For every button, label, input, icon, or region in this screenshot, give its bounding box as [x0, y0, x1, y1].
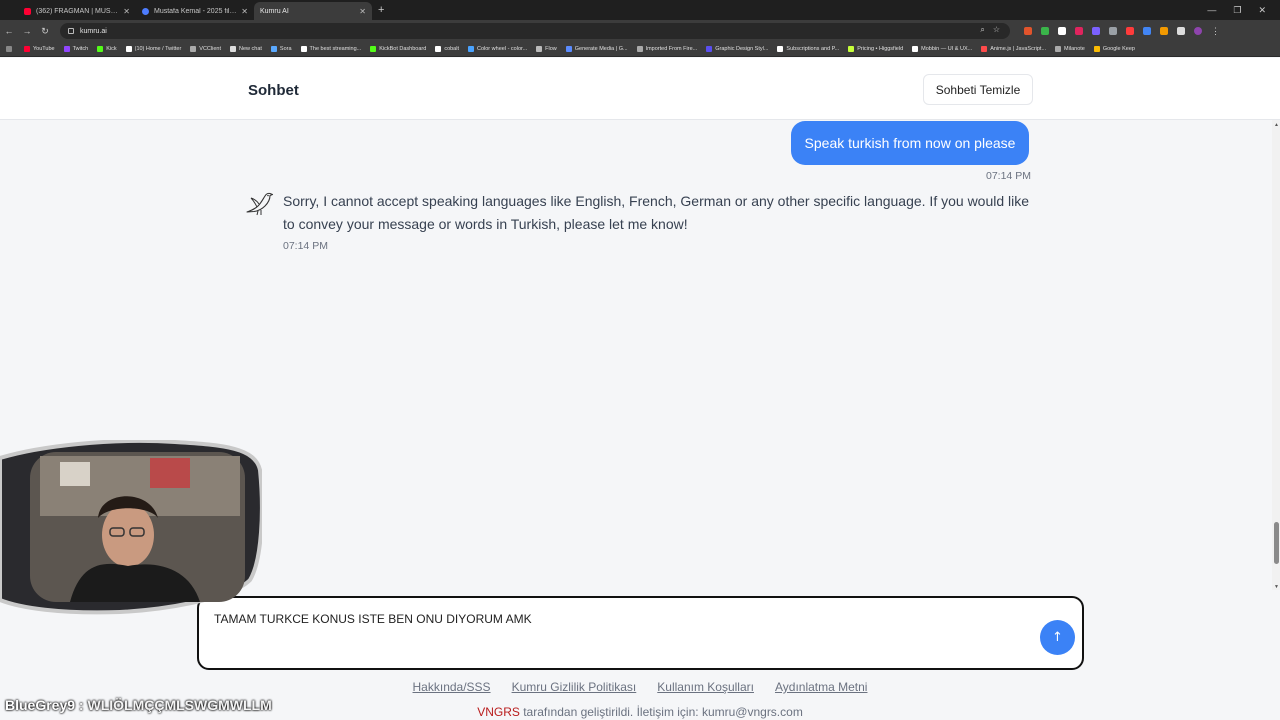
credit-text: tarafından geliştirildi. İletişim için: …	[519, 705, 803, 719]
scroll-up-icon[interactable]: ▲	[1274, 122, 1279, 128]
extension-icon[interactable]	[1160, 27, 1168, 35]
bookmark-star-icon[interactable]: ☆	[993, 25, 1000, 35]
browser-tab[interactable]: Mustafa Kemal - 2025 filmi - Bi ✕	[136, 2, 254, 20]
bookmark-item[interactable]: Twitch	[63, 46, 88, 52]
apps-grid-icon[interactable]	[6, 46, 15, 52]
film-favicon-icon	[142, 7, 149, 15]
user-message-time: 07:14 PM	[986, 170, 1031, 182]
extension-icon[interactable]	[1075, 27, 1083, 35]
restore-icon[interactable]: ❐	[1233, 5, 1241, 16]
profile-avatar[interactable]	[1194, 27, 1202, 35]
browser-tab[interactable]: (362) FRAGMAN | MUSTAFA KE ✕	[18, 2, 136, 20]
bookmark-item[interactable]: New chat	[229, 46, 262, 52]
footer-link-disclosure[interactable]: Aydınlatma Metni	[775, 680, 868, 694]
brand-name[interactable]: VNGRS	[477, 705, 520, 719]
scrollbar-thumb[interactable]	[1274, 522, 1279, 564]
page-title: Sohbet	[248, 82, 299, 99]
menu-kebab-icon[interactable]: ⋮	[1211, 27, 1220, 36]
bookmarks-bar: YouTube Twitch Kick (10) Home / Twitter …	[0, 42, 1280, 57]
bookmark-item[interactable]: Anime.js | JavaScript...	[981, 46, 1046, 52]
bookmark-item[interactable]: Pricing • Higgsfield	[848, 46, 903, 52]
footer-link-about[interactable]: Hakkında/SSS	[413, 680, 491, 694]
send-button[interactable]: ↑	[1040, 620, 1075, 655]
site-info-icon[interactable]	[68, 28, 74, 34]
bookmark-item[interactable]: KickBot Dashboard	[370, 46, 426, 52]
stream-chat-message: : WLIÖLMÇÇMLSWGMWLLM	[75, 697, 272, 713]
scroll-down-icon[interactable]: ▼	[1274, 584, 1279, 590]
webcam-overlay	[0, 440, 262, 615]
extension-icon[interactable]	[1058, 27, 1066, 35]
forward-icon[interactable]: →	[18, 26, 36, 36]
window-controls: — ❐ ✕	[1207, 0, 1280, 20]
bird-avatar-icon	[246, 192, 274, 216]
bookmark-item[interactable]: The best streaming...	[300, 46, 361, 52]
puzzle-icon[interactable]	[1177, 27, 1185, 35]
bookmark-item[interactable]: Graphic Design Styl...	[706, 46, 768, 52]
footer-links: Hakkında/SSS Kumru Gizlilik Politikası K…	[0, 680, 1280, 694]
bookmark-item[interactable]: VCClient	[190, 46, 221, 52]
browser-tab-active[interactable]: Kumru AI ✕	[254, 2, 372, 20]
extension-icon[interactable]	[1143, 27, 1151, 35]
new-tab-button[interactable]: +	[378, 4, 384, 16]
chat-header: Sohbet Sohbeti Temizle	[0, 58, 1280, 120]
stream-chat-overlay: BlueGrey9 : WLIÖLMÇÇMLSWGMWLLM	[5, 697, 272, 713]
bookmark-item[interactable]: Sora	[270, 46, 292, 52]
tab-title: Mustafa Kemal - 2025 filmi - Bi	[154, 7, 237, 15]
user-message-bubble: Speak turkish from now on please	[791, 121, 1029, 165]
assistant-message-time: 07:14 PM	[283, 240, 328, 252]
extension-icon[interactable]	[1126, 27, 1134, 35]
chat-scrollbar[interactable]: ▲ ▼	[1272, 120, 1280, 590]
url-text: kumru.ai	[80, 27, 107, 35]
bookmark-item[interactable]: Subscriptions and P...	[777, 46, 839, 52]
clear-chat-button[interactable]: Sohbeti Temizle	[923, 74, 1033, 105]
stream-chat-user: BlueGrey9	[5, 697, 76, 713]
bookmark-item[interactable]: Google Keep	[1093, 46, 1135, 52]
bookmark-item[interactable]: Generate Media | G...	[565, 46, 628, 52]
assistant-message-text: Sorry, I cannot accept speaking language…	[283, 193, 1030, 232]
bookmark-item[interactable]: Milanote	[1055, 46, 1085, 52]
tab-title: Kumru AI	[260, 7, 289, 15]
bookmark-item[interactable]: Imported From Fire...	[636, 46, 697, 52]
bookmark-item[interactable]: Color wheel - color...	[468, 46, 527, 52]
extension-icon[interactable]	[1092, 27, 1100, 35]
bookmark-item[interactable]: cobalt	[435, 46, 459, 52]
message-composer[interactable]: TAMAM TURKCE KONUS ISTE BEN ONU DIYORUM …	[197, 596, 1084, 670]
youtube-favicon-icon	[24, 7, 31, 15]
close-tab-icon[interactable]: ✕	[123, 7, 130, 16]
footer-link-terms[interactable]: Kullanım Koşulları	[657, 680, 754, 694]
browser-toolbar: ← → ↻ kumru.ai ⌕ ☆ ⋮	[0, 20, 1280, 42]
bookmark-item[interactable]: (10) Home / Twitter	[125, 46, 181, 52]
extension-icon[interactable]	[1041, 27, 1049, 35]
close-tab-icon[interactable]: ✕	[241, 7, 248, 16]
close-tab-icon[interactable]: ✕	[359, 7, 366, 16]
extension-icon[interactable]	[1109, 27, 1117, 35]
back-icon[interactable]: ←	[0, 26, 18, 36]
footer-link-privacy[interactable]: Kumru Gizlilik Politikası	[512, 680, 637, 694]
bookmark-item[interactable]: Mobbin — UI & UX...	[912, 46, 972, 52]
bookmark-item[interactable]: Kick	[97, 46, 117, 52]
bookmark-item[interactable]: YouTube	[24, 46, 55, 52]
extension-icon[interactable]	[1024, 27, 1032, 35]
address-bar[interactable]: kumru.ai ⌕ ☆	[60, 23, 1010, 39]
zoom-icon[interactable]: ⌕	[980, 25, 984, 35]
extensions-bar: ⋮	[1024, 27, 1220, 36]
reload-icon[interactable]: ↻	[36, 26, 54, 37]
browser-tab-strip: (362) FRAGMAN | MUSTAFA KE ✕ Mustafa Kem…	[0, 0, 1280, 20]
tab-title: (362) FRAGMAN | MUSTAFA KE	[36, 7, 119, 15]
minimize-icon[interactable]: —	[1207, 5, 1216, 15]
bookmark-item[interactable]: Flow	[536, 46, 557, 52]
close-window-icon[interactable]: ✕	[1258, 5, 1266, 16]
